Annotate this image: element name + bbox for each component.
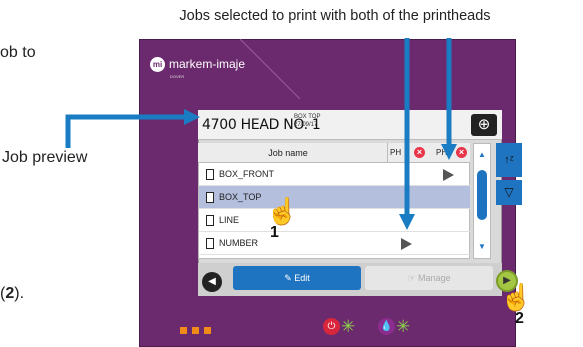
callout-arrows: [65, 38, 457, 230]
step-1-label: 1: [270, 224, 279, 241]
tap-hand-icon: ☝: [500, 282, 533, 312]
tap-hand-icon: ☝: [266, 196, 299, 226]
step-2-label: 2: [515, 310, 524, 327]
